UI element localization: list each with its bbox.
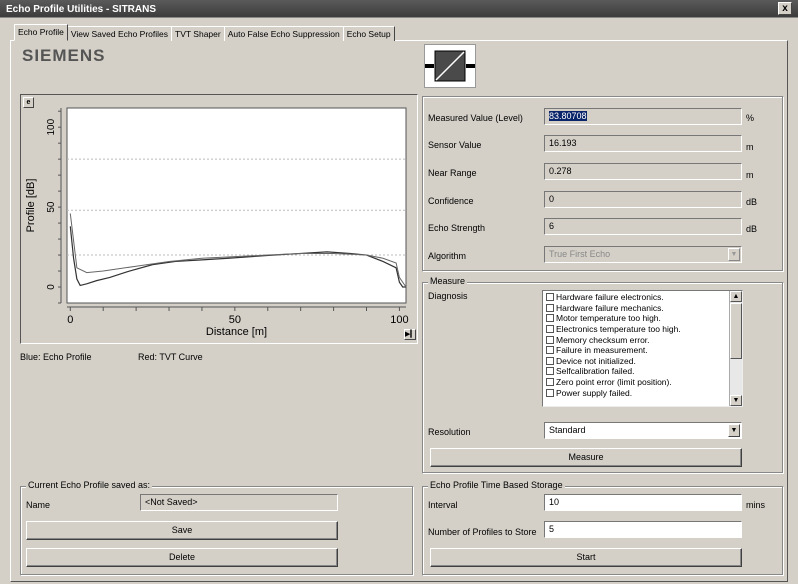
legend-echo-profile: Blue: Echo Profile [20,352,92,362]
y-tick-label: 50 [46,201,57,213]
algorithm-value: True First Echo [549,249,611,259]
near-range-field: 0.278 [544,163,742,180]
measured-value-unit: % [746,113,755,123]
diagnosis-item[interactable]: Memory checksum error. [543,334,729,345]
checkbox-icon[interactable] [546,378,554,387]
interval-unit: mins [746,500,766,510]
checkbox-icon[interactable] [546,367,554,376]
resolution-label: Resolution [428,427,471,437]
resolution-select[interactable]: Standard ▼ [544,422,742,439]
y-axis-title: Profile [dB] [25,179,37,233]
echo-profile-plot: e 0 50 100 0 50 100 Distance [m] Profile [dB] ▶… [20,94,418,344]
sensor-value-unit: m [746,142,754,152]
legend-tvt-curve: Red: TVT Curve [138,352,203,362]
x-tick-label: 50 [229,314,241,326]
diagnosis-item-label: Hardware failure electronics. [556,292,664,303]
measure-group-label: Measure [428,276,468,286]
profiles-count-input[interactable]: 5 [544,521,742,538]
diagnosis-item[interactable]: Device not initialized. [543,356,729,367]
checkbox-icon[interactable] [546,325,554,334]
tab-strip: Echo Profile View Saved Echo Profiles TV… [14,24,395,41]
scroll-thumb[interactable] [730,303,742,359]
scroll-down-icon[interactable]: ▼ [730,395,742,406]
plot-area [66,107,407,304]
diagnosis-list[interactable]: Hardware failure electronics. Hardware fa… [542,290,743,407]
confidence-field: 0 [544,191,742,208]
echo-chart: 0 50 100 0 50 100 Distance [m] Profile [dB] [25,107,409,338]
tab-echo-profile[interactable]: Echo Profile [14,24,68,41]
interval-input[interactable]: 10 [544,494,742,511]
close-button[interactable]: x [778,2,792,15]
measure-button[interactable]: Measure [430,448,742,467]
diagnosis-item-label: Failure in measurement. [556,345,648,356]
checkbox-icon[interactable] [546,293,554,302]
sensor-value-field: 16.193 [544,135,742,152]
tab-view-saved-echo-profiles[interactable]: View Saved Echo Profiles [66,26,173,41]
echo-strength-field: 6 [544,218,742,235]
echo-strength-label: Echo Strength [428,223,486,233]
algorithm-label: Algorithm [428,251,467,261]
resolution-value: Standard [549,425,586,435]
y-tick-label: 100 [46,118,57,135]
device-icon [424,44,476,88]
delete-button[interactable]: Delete [26,548,338,567]
diagnosis-item[interactable]: Selfcalibration failed. [543,366,729,377]
diagnosis-item-label: Zero point error (limit position). [556,377,672,388]
checkbox-icon[interactable] [546,314,554,323]
diagnosis-item[interactable]: Zero point error (limit position). [543,377,729,388]
diagnosis-item[interactable]: Failure in measurement. [543,345,729,356]
save-button[interactable]: Save [26,521,338,540]
saved-profile-group-label: Current Echo Profile saved as: [26,480,153,490]
diagnosis-item[interactable]: Hardware failure electronics. [543,292,729,303]
scroll-end-icon[interactable]: ▶▎ [404,329,416,340]
checkbox-icon[interactable] [546,388,554,397]
diagnosis-item-label: Electronics temperature too high. [556,324,681,335]
near-range-unit: m [746,170,754,180]
x-axis-title: Distance [m] [206,326,267,338]
window-title: Echo Profile Utilities - SITRANS [0,0,798,18]
profiles-count-label: Number of Profiles to Store [428,527,537,537]
siemens-logo: SIEMENS [22,46,106,65]
diagnosis-item[interactable]: Power supply failed. [543,387,729,398]
algorithm-select: True First Echo ▼ [544,246,742,263]
checkbox-icon[interactable] [546,335,554,344]
x-tick-label: 100 [390,314,408,326]
chevron-down-icon[interactable]: ▼ [728,424,740,437]
diagnosis-scrollbar[interactable]: ▲ ▼ [729,291,742,406]
measured-value-label: Measured Value (Level) [428,113,523,123]
diagnosis-item-label: Power supply failed. [556,387,633,398]
checkbox-icon[interactable] [546,303,554,312]
scroll-up-icon[interactable]: ▲ [730,291,742,302]
diagnosis-item-label: Selfcalibration failed. [556,366,635,377]
near-range-label: Near Range [428,168,477,178]
checkbox-icon[interactable] [546,346,554,355]
start-button[interactable]: Start [430,548,742,567]
echo-strength-unit: dB [746,224,758,234]
tab-tvt-shaper[interactable]: TVT Shaper [171,26,225,41]
interval-label: Interval [428,500,458,510]
confidence-label: Confidence [428,196,474,206]
diagnosis-item[interactable]: Electronics temperature too high. [543,324,729,335]
storage-group-label: Echo Profile Time Based Storage [428,480,565,490]
diagnosis-item[interactable]: Hardware failure mechanics. [543,303,729,314]
profile-name-label: Name [26,500,51,510]
sensor-value-label: Sensor Value [428,140,482,150]
diagnosis-item-label: Hardware failure mechanics. [556,302,664,313]
measured-value: 83.80708 [549,111,587,121]
diagnosis-item-label: Motor temperature too high. [556,313,661,324]
checkbox-icon[interactable] [546,356,554,365]
diagnosis-item-label: Memory checksum error. [556,334,650,345]
diagnosis-item[interactable]: Motor temperature too high. [543,313,729,324]
measured-value-field: 83.80708 [544,108,742,125]
diagnosis-item-label: Device not initialized. [556,355,636,366]
tab-auto-false-echo-suppression[interactable]: Auto False Echo Suppression [223,26,344,41]
x-tick-label: 0 [67,314,73,326]
y-tick-label: 0 [46,284,57,290]
chevron-down-icon: ▼ [728,248,740,261]
diagnosis-label: Diagnosis [428,291,468,301]
profile-name-field: <Not Saved> [140,494,338,511]
tab-echo-setup[interactable]: Echo Setup [342,26,395,41]
confidence-unit: dB [746,197,758,207]
